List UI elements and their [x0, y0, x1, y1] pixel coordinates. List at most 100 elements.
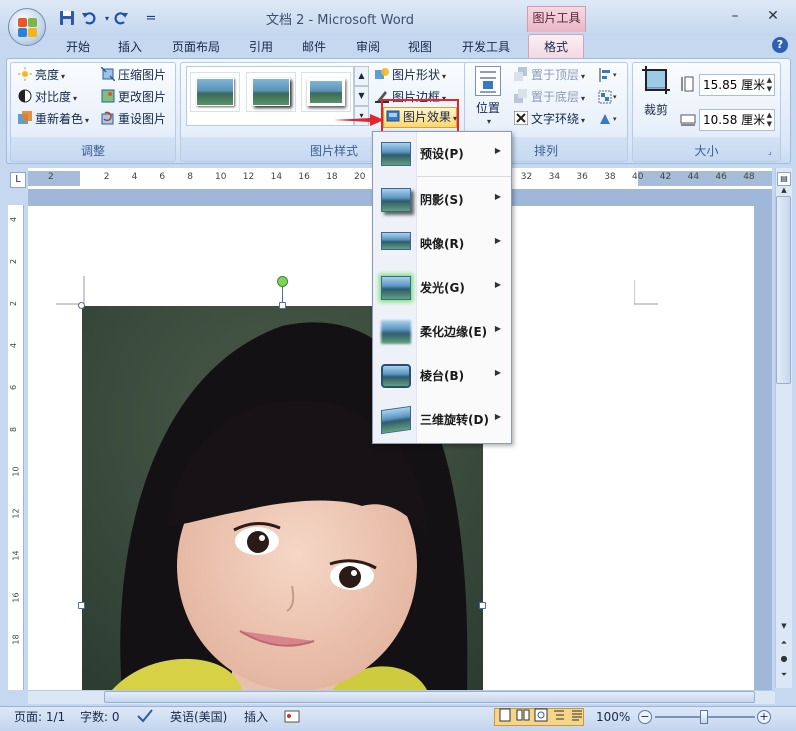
zoom-in-icon[interactable]: +	[757, 710, 771, 724]
ruler-tick-label: 8	[187, 172, 193, 182]
bring-to-front-icon	[514, 67, 528, 81]
bring-to-front-button[interactable]: 置于顶层 ▾	[514, 66, 585, 84]
select-browse-object-icon[interactable]: ●	[777, 654, 791, 666]
print-layout-icon[interactable]	[498, 708, 514, 727]
picture-border-button[interactable]: 图片边框 ▾	[375, 88, 446, 106]
horizontal-scroll-thumb[interactable]	[104, 691, 755, 703]
menu-item-soft-edges[interactable]: 柔化边缘(E) ▶	[373, 310, 511, 354]
position-label: 位置	[475, 101, 500, 115]
watermark-url: jingyan.baidu.com	[612, 668, 714, 681]
resize-handle[interactable]	[78, 302, 85, 309]
tab-view[interactable]: 视图	[402, 38, 438, 59]
ruler-tick-label: 48	[743, 172, 755, 182]
ruler-tick-label: 38	[604, 172, 616, 182]
draft-view-icon[interactable]	[570, 708, 586, 727]
text-wrapping-button[interactable]: 文字环绕 ▾	[513, 110, 585, 128]
picture-style-thumb[interactable]	[301, 72, 351, 112]
insert-mode[interactable]: 插入	[244, 708, 268, 726]
tab-developer[interactable]: 开发工具	[456, 38, 516, 59]
ruler-tick-label: 4	[131, 172, 138, 182]
ruler-tick-label: 4	[9, 342, 19, 349]
shape-height-input[interactable]: 15.85 厘米 ▲ ▼	[699, 74, 775, 96]
align-icon[interactable]: ▾	[598, 67, 620, 83]
brightness-button[interactable]: 亮度 ▾	[18, 66, 65, 84]
brightness-icon	[18, 67, 32, 81]
next-page-icon[interactable]: ⏷	[777, 670, 791, 682]
size-dialog-launcher-icon[interactable]: ⌟	[768, 147, 778, 157]
compress-pictures-button[interactable]: 压缩图片	[100, 66, 166, 84]
submenu-arrow-icon: ▶	[494, 236, 501, 245]
proofing-icon[interactable]	[136, 708, 154, 729]
height-spinner-icon[interactable]: ▲ ▼	[767, 76, 772, 94]
shape-width-input[interactable]: 10.58 厘米 ▲ ▼	[699, 109, 775, 131]
menu-item-glow[interactable]: 发光(G) ▶	[373, 266, 511, 310]
position-button[interactable]: 位置 ▾	[470, 66, 506, 126]
vertical-scroll-thumb[interactable]	[776, 196, 791, 384]
tab-format[interactable]: 格式	[528, 34, 584, 60]
picture-style-thumb[interactable]	[246, 72, 296, 112]
resize-handle[interactable]	[479, 602, 486, 609]
office-button[interactable]	[8, 8, 46, 46]
tab-mailings[interactable]: 邮件	[296, 38, 332, 59]
ruler-tick-label: 36	[576, 172, 588, 182]
web-layout-icon[interactable]	[534, 708, 550, 727]
ruler-tick-label: 34	[548, 172, 561, 182]
recolor-button[interactable]: 重新着色 ▾	[18, 110, 89, 128]
preset-icon	[381, 142, 411, 166]
scroll-up-icon[interactable]: ▲	[777, 186, 791, 196]
ruler-toggle-icon[interactable]: ▤	[777, 172, 791, 186]
macro-record-icon[interactable]	[284, 708, 300, 729]
maximize-button[interactable]	[725, 4, 755, 24]
zoom-out-icon[interactable]: −	[638, 710, 652, 724]
shape-width-value: 10.58 厘米	[703, 113, 766, 127]
help-icon[interactable]: ?	[772, 37, 788, 53]
group-icon[interactable]: ▾	[598, 89, 620, 105]
tab-home[interactable]: 开始	[60, 38, 96, 59]
scroll-down-icon[interactable]: ▼	[777, 622, 791, 634]
vertical-ruler[interactable]: 4 2 2 4 6 8 10 12 14 16 18	[8, 205, 24, 690]
close-button[interactable]: ✕	[758, 6, 788, 26]
rotate-icon[interactable]: ▾	[598, 111, 620, 127]
full-screen-reading-icon[interactable]	[516, 708, 532, 727]
picture-effects-button[interactable]: 图片效果 ▾	[383, 107, 457, 128]
reset-picture-button[interactable]: 重设图片	[101, 110, 166, 128]
menu-item-bevel[interactable]: 棱台(B) ▶	[373, 354, 511, 398]
size-group-label: 大小	[694, 144, 719, 158]
word-count[interactable]: 字数: 0	[80, 708, 120, 726]
tab-insert[interactable]: 插入	[112, 38, 148, 59]
crop-button[interactable]: 裁剪	[638, 66, 674, 126]
picture-shape-button[interactable]: 图片形状 ▾	[375, 66, 446, 84]
resize-handle[interactable]	[279, 302, 286, 309]
zoom-slider-thumb[interactable]	[700, 710, 708, 724]
page-count[interactable]: 页面: 1/1	[14, 708, 65, 726]
menu-item-preset[interactable]: 预设(P) ▶	[373, 132, 511, 176]
menu-item-reflection[interactable]: 映像(R) ▶	[373, 222, 511, 266]
ruler-tick-label: 4	[9, 216, 19, 223]
rotation-handle[interactable]	[277, 276, 288, 287]
crop-mark-top-right	[634, 280, 658, 305]
change-picture-icon	[101, 89, 115, 103]
office-logo-icon	[18, 18, 38, 38]
ruler-tick-label: 2	[103, 172, 110, 182]
resize-handle[interactable]	[78, 602, 85, 609]
gallery-down-icon[interactable]: ▼	[354, 86, 369, 106]
language-indicator[interactable]: 英语(美国)	[170, 708, 227, 726]
menu-item-3d-rotation[interactable]: 三维旋转(D) ▶	[373, 398, 511, 442]
outline-view-icon[interactable]	[552, 708, 568, 727]
gallery-up-icon[interactable]: ▲	[354, 66, 369, 86]
tab-review[interactable]: 审阅	[350, 38, 386, 59]
tab-page-layout[interactable]: 页面布局	[166, 38, 226, 59]
picture-style-thumb[interactable]	[190, 72, 240, 112]
tab-selector[interactable]: L	[10, 172, 26, 188]
tab-references[interactable]: 引用	[243, 38, 279, 59]
send-to-back-button[interactable]: 置于底层 ▾	[514, 88, 585, 106]
menu-item-shadow[interactable]: 阴影(S) ▶	[373, 178, 511, 222]
change-picture-button[interactable]: 更改图片	[101, 88, 166, 106]
width-spinner-icon[interactable]: ▲ ▼	[767, 111, 772, 129]
contrast-button[interactable]: 对比度 ▾	[18, 88, 77, 106]
crop-icon	[642, 66, 670, 94]
previous-page-icon[interactable]: ⏶	[777, 638, 791, 650]
picture-border-label: 图片边框	[392, 90, 441, 104]
width-icon	[680, 111, 696, 127]
zoom-level[interactable]: 100%	[596, 708, 630, 726]
